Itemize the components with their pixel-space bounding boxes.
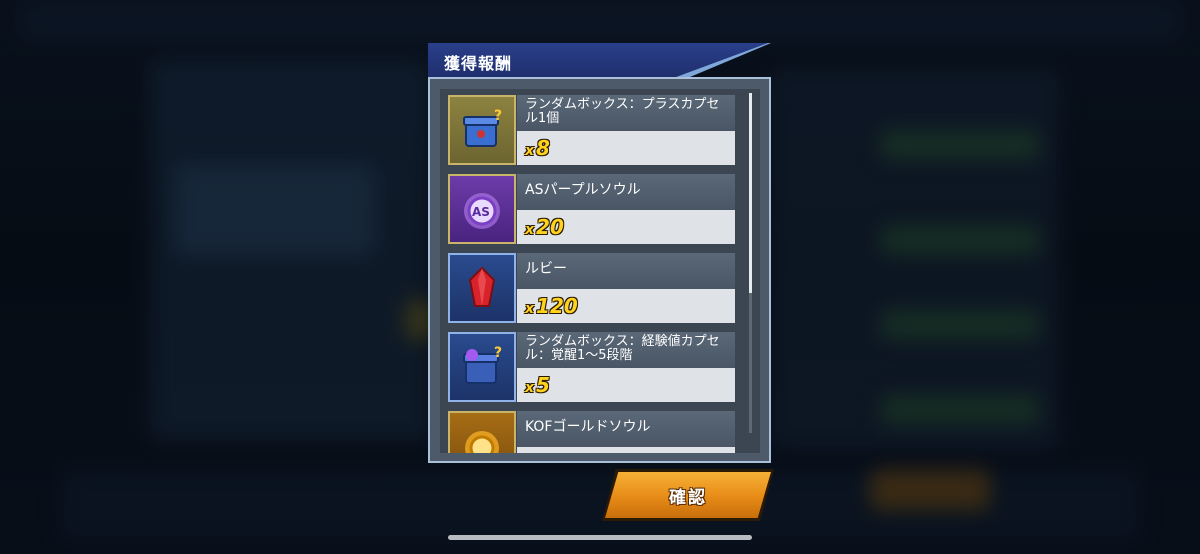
reward-dialog: 獲得報酬 ? ランダムボックス：プラスカプセル1個 x8 AS ASパープルソウ… bbox=[428, 43, 771, 463]
purple-soul-icon: AS bbox=[448, 174, 516, 244]
list-scrollbar[interactable] bbox=[749, 93, 752, 433]
item-quantity: x8 bbox=[525, 136, 550, 160]
item-quantity: x 20 bbox=[525, 215, 564, 239]
item-quantity: x5 bbox=[525, 373, 550, 397]
reward-item: ? ランダムボックス：経験値カプセル：覚醒1～5段階 x5 bbox=[448, 332, 738, 402]
scrollbar-thumb[interactable] bbox=[749, 93, 752, 293]
item-quantity: x 120 bbox=[525, 294, 578, 318]
gold-soul-icon bbox=[448, 411, 516, 453]
reward-list[interactable]: ? ランダムボックス：プラスカプセル1個 x8 AS ASパープルソウル x 2… bbox=[440, 89, 760, 453]
svg-text:AS: AS bbox=[472, 205, 490, 219]
confirm-button[interactable]: 確認 bbox=[605, 472, 771, 518]
confirm-button-label: 確認 bbox=[669, 487, 707, 508]
reward-item: ? ランダムボックス：プラスカプセル1個 x8 bbox=[448, 95, 738, 165]
ruby-icon bbox=[448, 253, 516, 323]
home-indicator[interactable] bbox=[448, 535, 752, 540]
svg-text:?: ? bbox=[494, 345, 502, 361]
item-name: ランダムボックス：プラスカプセル1個 bbox=[525, 97, 720, 126]
item-name: ASパープルソウル bbox=[525, 182, 641, 198]
item-name: ランダムボックス：経験値カプセル：覚醒1～5段階 bbox=[525, 334, 720, 363]
reward-item: ルビー x 120 bbox=[448, 253, 738, 323]
box-capsule-icon: ? bbox=[448, 95, 516, 165]
svg-text:?: ? bbox=[494, 108, 502, 124]
reward-item: AS ASパープルソウル x 20 bbox=[448, 174, 738, 244]
dialog-title: 獲得報酬 bbox=[444, 54, 513, 73]
reward-panel: ? ランダムボックス：プラスカプセル1個 x8 AS ASパープルソウル x 2… bbox=[428, 77, 771, 463]
box-exp-capsule-icon: ? bbox=[448, 332, 516, 402]
reward-item: KOFゴールドソウル bbox=[448, 411, 738, 453]
item-name: ルビー bbox=[525, 261, 567, 277]
item-name: KOFゴールドソウル bbox=[525, 419, 651, 435]
